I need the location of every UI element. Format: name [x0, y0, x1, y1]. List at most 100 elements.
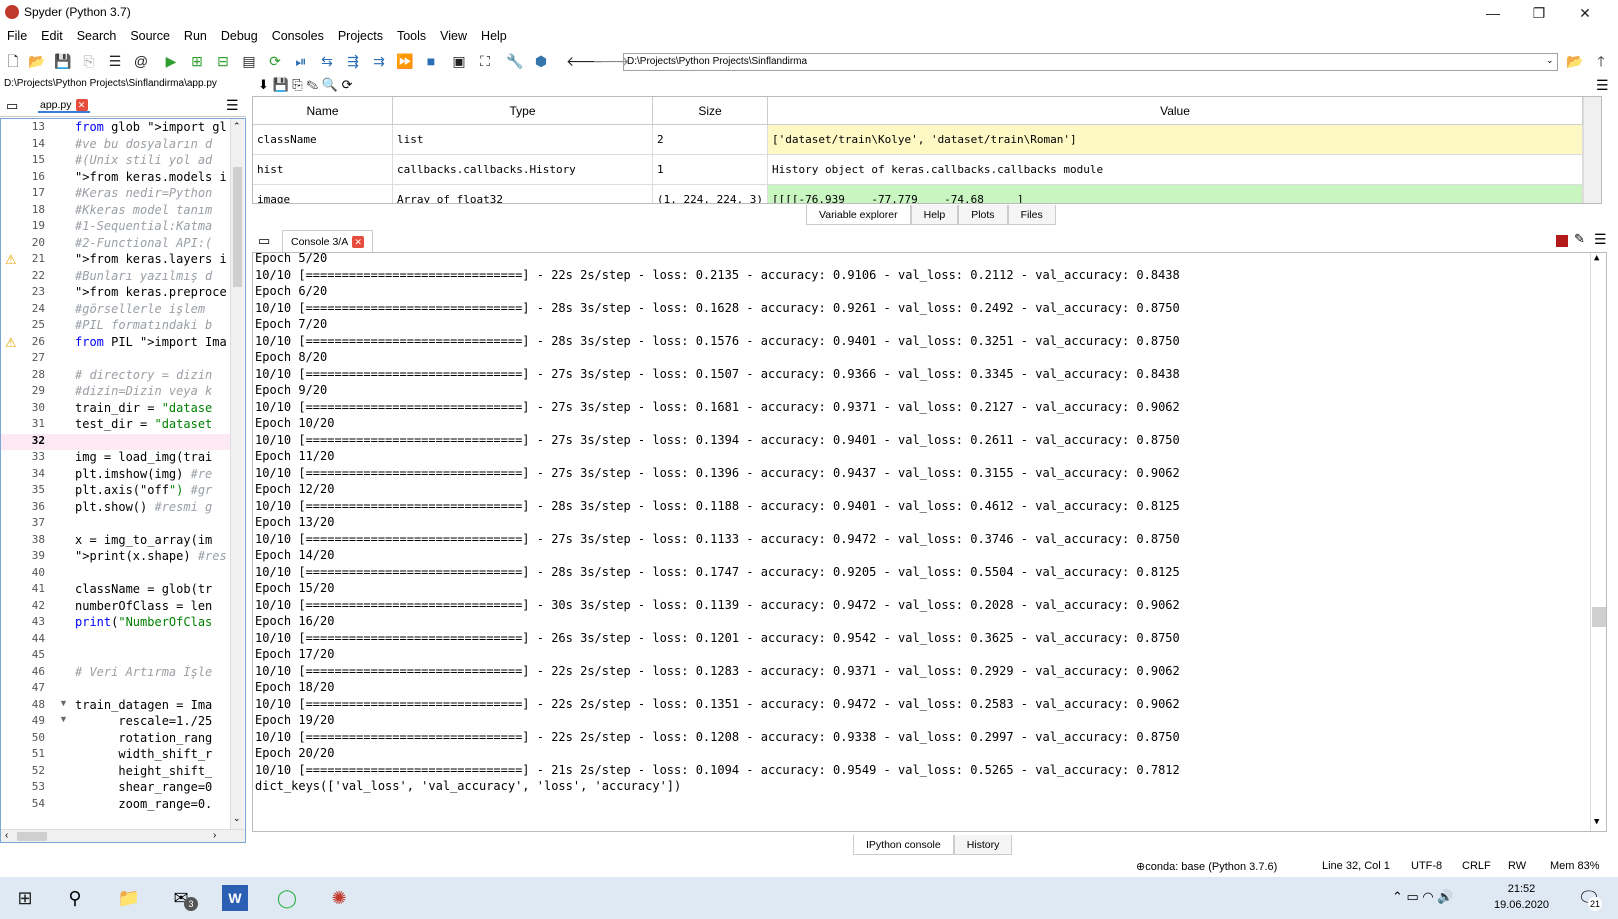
stop-kernel-icon[interactable]	[1556, 235, 1568, 247]
tab-plots[interactable]: Plots	[958, 205, 1008, 225]
minimize-button[interactable]: —	[1470, 0, 1516, 26]
var-cell-size[interactable]: 1	[653, 155, 768, 185]
editor-vertical-scrollbar[interactable]: ⌃ ⌄	[230, 119, 244, 829]
header-name[interactable]: Name	[253, 97, 393, 125]
header-size[interactable]: Size	[653, 97, 768, 125]
console-options-icon[interactable]: ☰	[1594, 231, 1607, 248]
parent-directory-icon[interactable]: 🡑	[1592, 52, 1610, 70]
menu-debug[interactable]: Debug	[214, 26, 265, 46]
scroll-up-icon[interactable]: ⌃	[233, 121, 241, 132]
menu-run[interactable]: Run	[177, 26, 214, 46]
tab-console-3a[interactable]: Console 3/A ✕	[282, 230, 374, 252]
save-all-icon[interactable]: ⎘	[80, 52, 98, 70]
var-cell-type[interactable]: list	[393, 125, 653, 155]
browse-consoles-icon[interactable]: ▭	[258, 233, 270, 249]
run-cell-advance-icon[interactable]: ⊟	[214, 52, 232, 70]
menu-source[interactable]: Source	[123, 26, 177, 46]
continue-icon[interactable]: ⏩	[396, 52, 414, 70]
open-folder-icon[interactable]: 📂	[28, 52, 46, 70]
step-into-icon[interactable]: ⇶	[344, 52, 362, 70]
step-icon[interactable]: ⇆	[318, 52, 336, 70]
tab-ipython-console[interactable]: IPython console	[853, 835, 954, 855]
menu-view[interactable]: View	[433, 26, 474, 46]
maximize-button[interactable]: ❐	[1516, 0, 1562, 26]
notifications-icon[interactable]: 🗨 21	[1576, 885, 1602, 911]
scroll-right-icon[interactable]: ›	[213, 830, 216, 841]
menu-search[interactable]: Search	[70, 26, 124, 46]
editor-horizontal-scrollbar[interactable]: ‹ ›	[1, 829, 245, 842]
maximize-pane-icon[interactable]: ▣	[450, 52, 468, 70]
console-scrollbar[interactable]: ▲ ▼	[1590, 253, 1606, 831]
varexp-scrollbar[interactable]	[1583, 97, 1601, 203]
var-cell-name[interactable]: hist	[253, 155, 393, 185]
menu-file[interactable]: File	[0, 26, 34, 46]
options-menu-icon[interactable]: ☰	[1596, 77, 1609, 94]
code-editor[interactable]: 13 from glob ">import gl 14 #ve bu dosyalar…	[0, 118, 246, 843]
close-window-button[interactable]: ✕	[1562, 0, 1608, 26]
list-icon[interactable]: ☰	[106, 52, 124, 70]
tab-files[interactable]: Files	[1007, 205, 1056, 225]
windows-start-icon[interactable]: ⊞	[12, 885, 38, 911]
menu-edit[interactable]: Edit	[34, 26, 70, 46]
var-cell-name[interactable]: image	[253, 185, 393, 203]
editor-options-icon[interactable]: ☰	[226, 97, 239, 114]
python-path-icon[interactable]: ⬢	[532, 52, 550, 70]
menu-help[interactable]: Help	[474, 26, 514, 46]
scroll-thumb[interactable]	[1592, 607, 1606, 627]
working-directory-input[interactable]: D:\Projects\Python Projects\Sinflandirma	[623, 53, 1558, 71]
step-return-icon[interactable]: ⇉	[370, 52, 388, 70]
var-cell-type[interactable]: Array of float32	[393, 185, 653, 203]
word-icon[interactable]: W	[222, 885, 248, 911]
run-icon[interactable]: ▶	[162, 52, 180, 70]
spyder-taskbar-icon[interactable]: ✺	[326, 885, 352, 911]
fold-arrow-icon[interactable]: ▼	[59, 698, 68, 708]
close-tab-icon[interactable]: ✕	[75, 99, 88, 112]
header-type[interactable]: Type	[393, 97, 653, 125]
scroll-up-icon[interactable]: ▲	[1594, 253, 1599, 263]
tray-icons[interactable]: ⌃ ▭ ◠ 🔊	[1392, 889, 1454, 905]
menu-consoles[interactable]: Consoles	[265, 26, 331, 46]
ipython-console-output[interactable]: Epoch 5/20 10/10 [=======================…	[252, 252, 1607, 832]
menu-projects[interactable]: Projects	[331, 26, 390, 46]
rerun-icon[interactable]: ⟳	[266, 52, 284, 70]
run-cell-icon[interactable]: ⊞	[188, 52, 206, 70]
run-selection-icon[interactable]: ▤	[240, 52, 258, 70]
at-icon[interactable]: @	[132, 52, 150, 70]
warning-icon[interactable]: ⚠	[5, 336, 19, 349]
fullscreen-icon[interactable]: ⛶	[476, 52, 494, 70]
var-cell-value[interactable]: ['dataset/train\Kolye', 'dataset/train\R…	[768, 125, 1583, 155]
var-cell-type[interactable]: callbacks.callbacks.History	[393, 155, 653, 185]
stop-debug-icon[interactable]: ■	[422, 52, 440, 70]
back-arrow-icon[interactable]: 🡐	[566, 52, 604, 70]
tab-help[interactable]: Help	[910, 205, 959, 225]
debug-icon[interactable]: ⏯	[292, 52, 310, 70]
var-cell-name[interactable]: className	[253, 125, 393, 155]
scroll-left-icon[interactable]: ‹	[5, 830, 8, 841]
mail-icon[interactable]: ✉ 3	[168, 885, 198, 911]
browse-tabs-icon[interactable]: ▭	[6, 98, 18, 114]
var-cell-size[interactable]: (1, 224, 224, 3)	[653, 185, 768, 203]
var-cell-size[interactable]: 2	[653, 125, 768, 155]
search-icon[interactable]: ⚲	[62, 885, 88, 911]
scroll-thumb[interactable]	[233, 167, 242, 287]
browse-folder-icon[interactable]: 📂	[1566, 52, 1584, 70]
editor-toolbar-icons[interactable]: ⬇ 💾 ⎘ ✎ 🔍 ⟳	[258, 77, 352, 93]
warning-icon[interactable]: ⚠	[5, 253, 19, 266]
scroll-down-icon[interactable]: ⌄	[233, 813, 241, 824]
refresh-app-icon[interactable]: ◯	[274, 885, 300, 911]
tab-history[interactable]: History	[953, 835, 1013, 855]
menu-tools[interactable]: Tools	[390, 26, 433, 46]
preferences-wrench-icon[interactable]: 🔧	[506, 52, 524, 70]
var-cell-value[interactable]: History object of keras.callbacks.callba…	[768, 155, 1583, 185]
var-cell-value[interactable]: [[[[-76.939 -77.779 -74.68 ]	[768, 185, 1583, 203]
chevron-down-icon[interactable]: ⌄	[1546, 55, 1554, 66]
new-file-icon[interactable]: 🗋	[4, 52, 22, 70]
close-console-icon[interactable]: ✕	[352, 236, 365, 249]
scroll-down-icon[interactable]: ▼	[1594, 817, 1599, 827]
forward-arrow-icon[interactable]: 🡒	[592, 52, 630, 70]
save-icon[interactable]: 💾	[54, 52, 72, 70]
header-value[interactable]: Value	[768, 97, 1583, 125]
tab-app-py[interactable]: app.py ✕	[38, 99, 90, 114]
fold-arrow-icon[interactable]: ▼	[59, 714, 68, 724]
file-explorer-icon[interactable]: 📁	[116, 885, 142, 911]
